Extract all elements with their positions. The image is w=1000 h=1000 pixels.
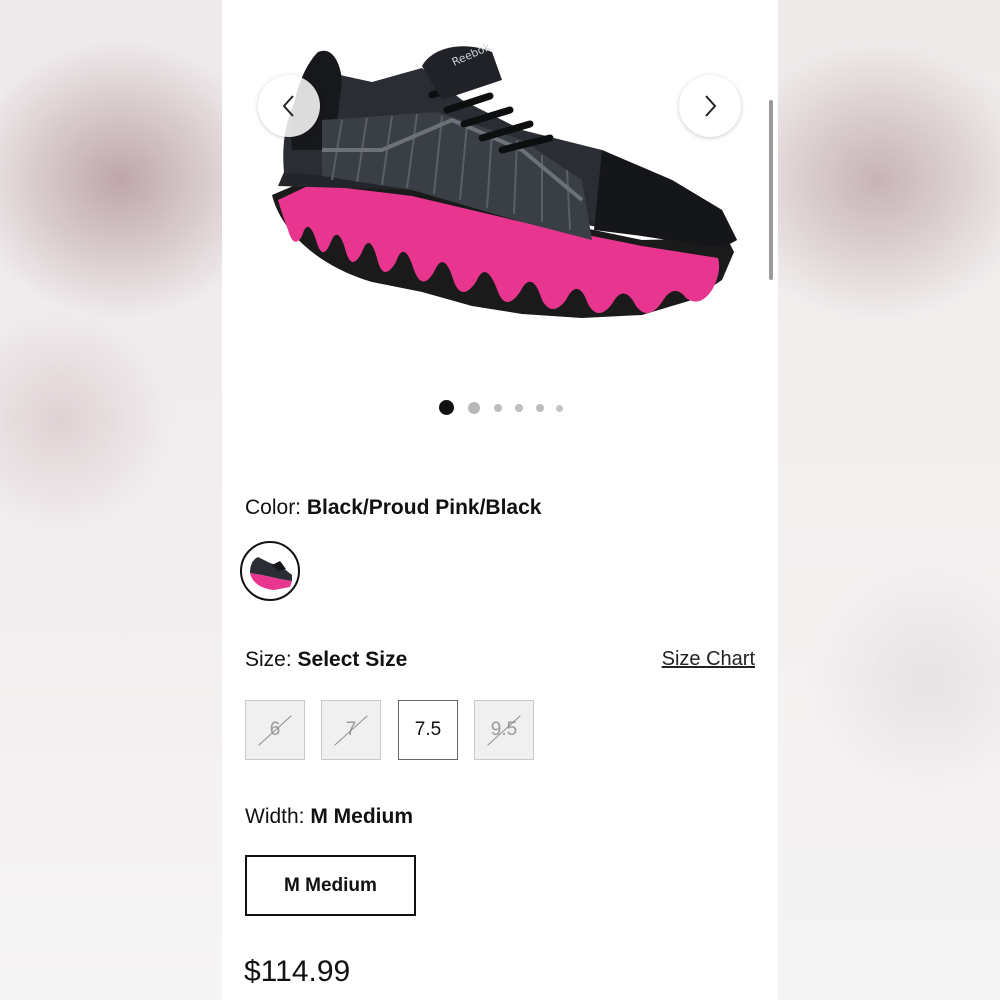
pagination-dot[interactable] — [556, 405, 563, 412]
color-value: Black/Proud Pink/Black — [306, 496, 542, 519]
gallery-prev-button[interactable] — [258, 75, 320, 137]
product-image-shoe: Reebok — [272, 40, 737, 318]
scrollbar-thumb[interactable] — [769, 100, 773, 280]
gallery-next-button[interactable] — [679, 75, 741, 137]
size-value: Select Size — [297, 648, 408, 671]
width-value: M Medium — [310, 805, 414, 828]
pagination-dot[interactable] — [536, 404, 544, 412]
color-label-row: Color: Black/Proud Pink/Black — [245, 496, 541, 520]
size-label: Size: — [245, 648, 292, 671]
color-label: Color: — [245, 496, 302, 519]
product-panel: Reebok Color: Black/Proud Pink/Black Siz… — [222, 0, 778, 1000]
blurred-background-left — [0, 0, 222, 1000]
chevron-right-icon — [705, 95, 717, 117]
chevron-left-icon — [282, 95, 294, 117]
size-option-7[interactable]: 7 — [321, 700, 381, 760]
width-label-row: Width: M Medium — [245, 805, 413, 829]
size-option-6[interactable]: 6 — [245, 700, 305, 760]
size-chart-link[interactable]: Size Chart — [662, 648, 755, 671]
width-option-m-medium[interactable]: M Medium — [245, 855, 416, 916]
product-image-gallery[interactable]: Reebok — [222, 0, 778, 390]
size-label-row: Size: Select Size — [245, 648, 407, 672]
pagination-dot-active[interactable] — [439, 400, 454, 415]
color-swatch-selected[interactable] — [240, 541, 300, 601]
pagination-dot[interactable] — [515, 404, 523, 412]
pagination-dot[interactable] — [468, 402, 480, 414]
pagination-dot[interactable] — [494, 404, 502, 412]
width-label: Width: — [245, 805, 305, 828]
gallery-pagination — [439, 400, 569, 416]
size-option-9-5[interactable]: 9.5 — [474, 700, 534, 760]
blurred-background-right — [778, 0, 1000, 1000]
size-option-7-5[interactable]: 7.5 — [398, 700, 458, 760]
product-price: $114.99 — [244, 955, 351, 988]
color-swatch-thumbnail — [245, 546, 295, 596]
